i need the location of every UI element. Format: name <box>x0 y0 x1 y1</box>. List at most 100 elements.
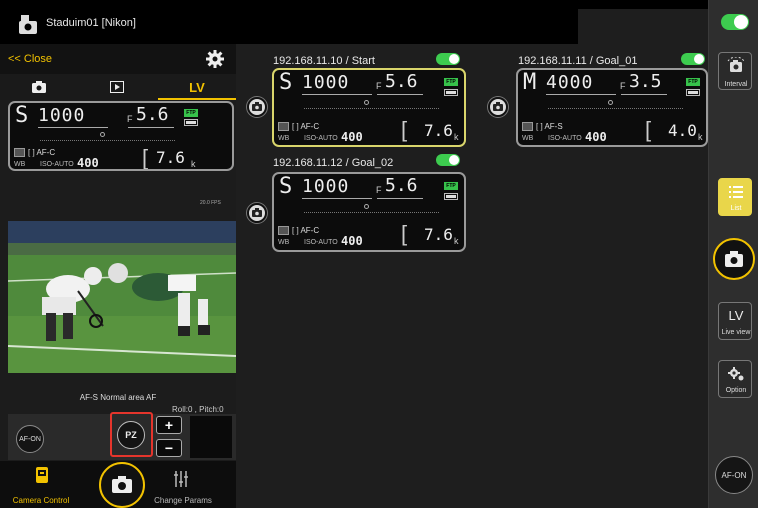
tab-photo[interactable] <box>0 74 78 100</box>
iso-value: 400 <box>341 130 363 144</box>
live-view-image[interactable] <box>8 221 236 373</box>
camera-icon <box>252 102 262 111</box>
ftp-badge: FTP <box>184 109 198 117</box>
af-area-mode: [ ] AF-C <box>292 226 320 235</box>
white-balance: WB <box>278 135 290 142</box>
camera-shoot-button[interactable] <box>247 97 267 117</box>
shutter-speed: 4000 <box>546 72 594 93</box>
lcd-status-panel: S 1000 F 5.6 FTP [ ] AF-C WB ISO-AUTO 40… <box>8 101 234 171</box>
white-balance: WB <box>14 161 26 168</box>
sliders-icon[interactable] <box>172 470 190 488</box>
af-on-button[interactable]: AF-ON <box>16 425 44 453</box>
list-icon <box>729 186 743 198</box>
gear-icon <box>728 367 744 381</box>
camera-enable-toggle[interactable] <box>436 154 460 166</box>
af-area-mode: [ ] AF-C <box>28 148 56 157</box>
battery-icon <box>184 119 198 126</box>
camera-header: 192.168.11.12 / Goal_02 <box>273 157 394 169</box>
shots-remaining: 4.0 <box>668 121 697 140</box>
iso-value: 400 <box>77 156 99 170</box>
camera-icon <box>112 476 132 493</box>
preview-box <box>190 416 232 458</box>
camera-control-icon[interactable] <box>34 467 50 483</box>
camera-icon <box>493 102 503 111</box>
camera-card[interactable]: S 1000 F 5.6 FTP [ ] AF-C WB ISO-AUTO 40… <box>272 172 466 252</box>
shots-remaining: 7.6 <box>424 225 453 244</box>
tab-playback[interactable] <box>78 74 156 100</box>
shots-remaining: 7.6 <box>156 148 185 167</box>
metering-icon <box>522 122 533 131</box>
af-area-mode: [ ] AF-S <box>536 122 563 131</box>
iso-value: 400 <box>585 130 607 144</box>
aperture: 5.6 <box>385 175 418 196</box>
ftp-badge: FTP <box>444 78 458 86</box>
camera-shoot-button[interactable] <box>488 97 508 117</box>
shutter-speed: 1000 <box>302 176 350 197</box>
view-tabs: LV <box>0 74 236 100</box>
play-icon <box>110 81 124 93</box>
shutter-speed: 1000 <box>38 105 86 126</box>
camera-control-tab[interactable]: Camera Control <box>0 496 82 505</box>
right-toolbar: Interval List LV Live view Option AF-ON <box>708 0 758 508</box>
exposure-scale <box>304 100 439 109</box>
camera-header: 192.168.11.10 / Start <box>273 55 375 67</box>
tab-liveview[interactable]: LV <box>158 74 236 100</box>
camera-icon <box>32 81 46 93</box>
shutter-button[interactable] <box>713 238 755 280</box>
camera-card[interactable]: S 1000 F 5.6 FTP [ ] AF-C WB ISO-AUTO 40… <box>272 68 466 147</box>
white-balance: WB <box>522 135 534 142</box>
camera-card[interactable]: M 4000 F 3.5 FTP [ ] AF-S WB ISO-AUTO 40… <box>516 68 708 147</box>
camera-header: 192.168.11.11 / Goal_01 <box>518 55 638 67</box>
ftp-badge: FTP <box>686 78 700 86</box>
fps-readout: 20.0 FPS <box>200 200 221 206</box>
ftp-badge: FTP <box>444 182 458 190</box>
camera-enable-toggle[interactable] <box>681 53 705 65</box>
active-tab-indicator <box>158 98 236 100</box>
af-status-text: AF-S Normal area AF <box>79 393 157 402</box>
white-balance: WB <box>278 239 290 246</box>
battery-icon <box>444 193 458 200</box>
camera-icon <box>252 208 262 217</box>
aperture: 5.6 <box>385 71 418 92</box>
exposure-scale <box>304 204 439 213</box>
exposure-scale <box>548 100 683 109</box>
option-button[interactable]: Option <box>718 360 752 398</box>
close-button[interactable]: << Close <box>8 53 52 65</box>
af-area-mode: [ ] AF-C <box>292 122 320 131</box>
change-params-tab[interactable]: Change Params <box>148 496 218 505</box>
app-logo-icon <box>19 15 37 34</box>
list-view-button[interactable]: List <box>718 178 752 216</box>
gear-icon[interactable] <box>205 49 225 69</box>
panel-header: << Close <box>0 44 236 74</box>
roll-pitch-readout: Roll:0 , Pitch:0 <box>172 405 224 414</box>
camera-icon <box>725 251 743 267</box>
exposure-mode: S <box>279 174 293 199</box>
aperture: 3.5 <box>629 71 662 92</box>
exposure-scale <box>40 132 175 141</box>
metering-icon <box>278 226 289 235</box>
master-enable-toggle[interactable] <box>721 14 749 30</box>
interval-button[interactable]: Interval <box>718 52 752 90</box>
liveview-button[interactable]: LV Live view <box>718 302 752 340</box>
title-bar: Staduim01 [Nikon] <box>0 0 578 44</box>
exposure-mode: S <box>15 103 29 128</box>
app-title: Staduim01 [Nikon] <box>46 17 136 29</box>
shots-remaining: 7.6 <box>424 121 453 140</box>
interval-camera-icon <box>727 57 745 72</box>
exposure-mode: S <box>279 70 293 95</box>
battery-icon <box>444 89 458 96</box>
metering-icon <box>14 148 25 157</box>
camera-shoot-button[interactable] <box>247 203 267 223</box>
af-on-button[interactable]: AF-ON <box>715 456 753 494</box>
zoom-in-button[interactable]: + <box>156 416 182 434</box>
battery-icon <box>686 89 700 96</box>
zoom-out-button[interactable]: − <box>156 439 182 457</box>
power-zoom-button[interactable]: PZ <box>117 421 145 449</box>
iso-value: 400 <box>341 234 363 248</box>
exposure-mode: M <box>523 70 537 95</box>
metering-icon <box>278 122 289 131</box>
shutter-speed: 1000 <box>302 72 350 93</box>
shutter-button[interactable] <box>99 462 145 508</box>
camera-enable-toggle[interactable] <box>436 53 460 65</box>
aperture: 5.6 <box>136 104 169 125</box>
